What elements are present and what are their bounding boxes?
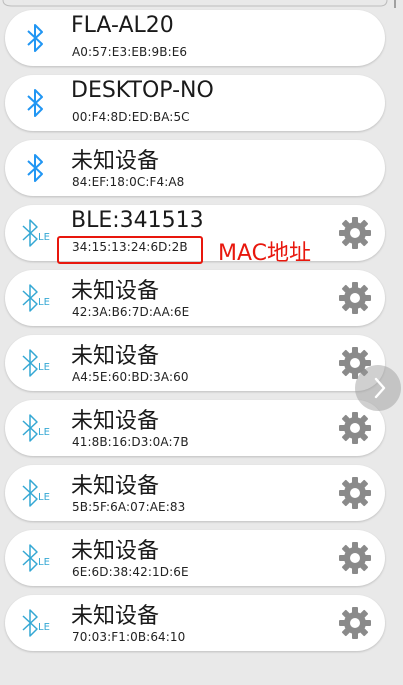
bluetooth-le-icon: LE [19,605,59,641]
device-mac-address: 42:3A:B6:7D:AA:6E [72,305,190,319]
device-row[interactable]: LE 未知设备 41:8B:16:D3:0A:7B [5,400,385,456]
device-mac-address: 5B:5F:6A:07:AE:83 [72,500,186,514]
device-mac-address: A0:57:E3:EB:9B:E6 [72,45,188,59]
svg-text:LE: LE [38,232,50,243]
svg-text:LE: LE [38,622,50,633]
device-mac-address: 84:EF:18:0C:F4:A8 [72,175,185,189]
device-name: 未知设备 [71,474,160,499]
gear-icon[interactable] [338,281,372,315]
device-name: DESKTOP-NO [71,78,214,103]
device-row[interactable]: LE 未知设备 5B:5F:6A:07:AE:83 [5,465,385,521]
device-mac-address: 70:03:F1:0B:64:10 [72,630,186,644]
device-name: 未知设备 [71,604,160,629]
device-row[interactable]: 未知设备 84:EF:18:0C:F4:A8 [5,140,385,196]
gear-icon[interactable] [338,411,372,445]
bluetooth-icon [19,85,59,121]
scroll-arrow-button[interactable] [355,365,401,411]
bluetooth-icon [19,20,59,56]
bluetooth-le-icon: LE [19,215,59,251]
device-list: FLA-AL20 A0:57:E3:EB:9B:E6 DESKTOP-NO 00:F4… [0,0,403,685]
device-name: 未知设备 [71,539,160,564]
svg-text:LE: LE [38,492,50,503]
device-mac-address: 6E:6D:38:42:1D:6E [72,565,189,579]
device-mac-address: 00:F4:8D:ED:BA:5C [72,110,190,124]
device-name: 未知设备 [71,149,160,174]
device-name: 未知设备 [71,344,160,369]
device-name: FLA-AL20 [71,13,174,38]
device-name: 未知设备 [71,409,160,434]
gear-icon[interactable] [338,541,372,575]
device-row[interactable]: FLA-AL20 A0:57:E3:EB:9B:E6 [5,10,385,66]
svg-text:LE: LE [38,362,50,373]
device-row[interactable]: DESKTOP-NO 00:F4:8D:ED:BA:5C [5,75,385,131]
annotation-label: MAC地址 [218,241,312,266]
gear-icon[interactable] [338,476,372,510]
bluetooth-le-icon: LE [19,345,59,381]
bluetooth-le-icon: LE [19,280,59,316]
device-name: BLE:341513 [71,208,204,233]
annotation-highlight-box [57,236,203,264]
device-mac-address: A4:5E:60:BD:3A:60 [72,370,189,384]
device-row[interactable]: LE 未知设备 42:3A:B6:7D:AA:6E [5,270,385,326]
bluetooth-le-icon: LE [19,540,59,576]
device-row[interactable]: LE 未知设备 A4:5E:60:BD:3A:60 [5,335,385,391]
device-mac-address: 41:8B:16:D3:0A:7B [72,435,189,449]
svg-text:LE: LE [38,427,50,438]
bluetooth-le-icon: LE [19,410,59,446]
device-row[interactable]: LE 未知设备 70:03:F1:0B:64:10 [5,595,385,651]
svg-text:LE: LE [38,557,50,568]
device-name: 未知设备 [71,279,160,304]
gear-icon[interactable] [338,606,372,640]
chevron-right-icon [374,377,386,399]
svg-text:LE: LE [38,297,50,308]
gear-icon[interactable] [338,216,372,250]
bluetooth-icon [19,150,59,186]
device-row[interactable]: LE 未知设备 6E:6D:38:42:1D:6E [5,530,385,586]
bluetooth-le-icon: LE [19,475,59,511]
